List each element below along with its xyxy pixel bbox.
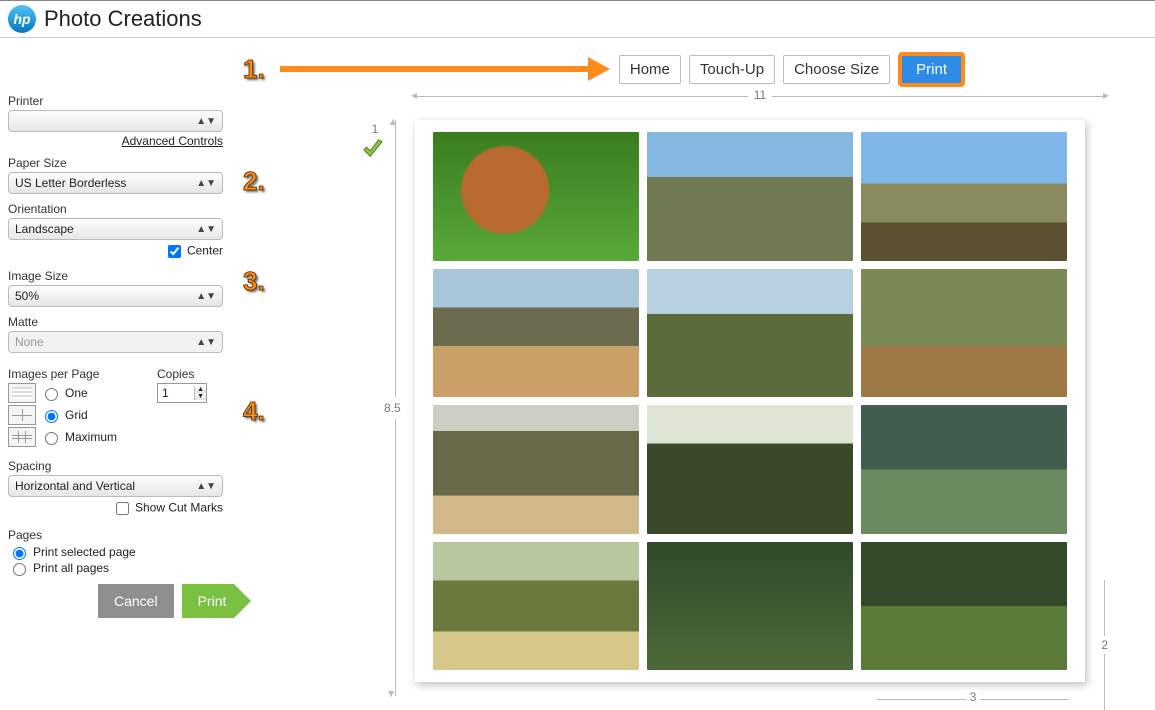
center-label: Center	[187, 244, 223, 258]
orientation-label: Orientation	[8, 202, 235, 216]
title-bar: hp Photo Creations	[0, 0, 1155, 38]
ruler-vertical: 8.5	[395, 120, 411, 696]
annotation-3: 3.	[243, 266, 265, 297]
print-sheet	[415, 120, 1085, 682]
photo-thumb[interactable]	[647, 132, 853, 261]
center-checkbox[interactable]	[168, 245, 181, 258]
advanced-controls-link[interactable]: Advanced Controls	[122, 134, 223, 148]
cancel-button[interactable]: Cancel	[98, 584, 174, 618]
printer-label: Printer	[8, 94, 235, 108]
page-number: 1	[367, 122, 383, 136]
matte-label: Matte	[8, 315, 235, 329]
ruler-horizontal: 11	[415, 96, 1105, 112]
caret-icon: ▲▼	[196, 224, 216, 235]
ipp-one-icon	[8, 383, 36, 403]
copies-value: 1	[162, 386, 169, 400]
showcut-checkbox[interactable]	[116, 502, 129, 515]
ruler-cell-horizontal: 3	[877, 686, 1069, 700]
hp-logo-icon: hp	[8, 5, 36, 33]
photo-thumb[interactable]	[433, 542, 639, 671]
ipp-grid-radio[interactable]	[45, 410, 58, 423]
tab-choosesize[interactable]: Choose Size	[783, 55, 890, 84]
matte-select[interactable]: None ▲▼	[8, 331, 223, 353]
pages-selected-label: Print selected page	[33, 545, 136, 559]
settings-sidebar: Printer ▲▼ Advanced Controls Paper Size …	[0, 38, 245, 626]
showcut-label: Show Cut Marks	[135, 501, 223, 515]
matte-value: None	[15, 335, 44, 349]
annotation-2: 2.	[243, 166, 265, 197]
app-title: Photo Creations	[44, 6, 202, 32]
caret-icon: ▲▼	[196, 116, 216, 127]
annotation-1: 1.	[243, 54, 265, 85]
spacing-value: Horizontal and Vertical	[15, 479, 135, 493]
photo-thumb[interactable]	[433, 269, 639, 398]
annotation-4: 4.	[243, 396, 265, 427]
annotation-arrow-icon	[280, 62, 610, 76]
print-button[interactable]: Print	[182, 584, 235, 618]
ipp-label: Images per Page	[8, 367, 117, 381]
copies-stepper[interactable]: 1 ▲▼	[157, 383, 207, 403]
tab-home[interactable]: Home	[619, 55, 681, 84]
ipp-max-radio[interactable]	[45, 432, 58, 445]
caret-icon: ▲▼	[196, 481, 216, 492]
printer-select[interactable]: ▲▼	[8, 110, 223, 132]
spacing-select[interactable]: Horizontal and Vertical ▲▼	[8, 475, 223, 497]
caret-icon: ▲▼	[196, 291, 216, 302]
caret-icon: ▲▼	[196, 337, 216, 348]
photo-thumb[interactable]	[861, 542, 1067, 671]
ipp-max-icon	[8, 427, 36, 447]
ipp-max-label: Maximum	[65, 430, 117, 444]
pages-all-label: Print all pages	[33, 561, 109, 575]
photo-thumb[interactable]	[861, 405, 1067, 534]
spacing-label: Spacing	[8, 459, 235, 473]
tab-touchup[interactable]: Touch-Up	[689, 55, 775, 84]
imagesize-label: Image Size	[8, 269, 235, 283]
photo-thumb[interactable]	[647, 269, 853, 398]
photo-thumb[interactable]	[647, 405, 853, 534]
ipp-one-radio[interactable]	[45, 388, 58, 401]
papersize-select[interactable]: US Letter Borderless ▲▼	[8, 172, 223, 194]
photo-thumb[interactable]	[861, 132, 1067, 261]
photo-thumb[interactable]	[433, 132, 639, 261]
checkmark-icon	[359, 138, 387, 160]
step-down-icon[interactable]: ▼	[195, 393, 206, 400]
imagesize-select[interactable]: 50% ▲▼	[8, 285, 223, 307]
caret-icon: ▲▼	[196, 178, 216, 189]
imagesize-value: 50%	[15, 289, 39, 303]
orientation-value: Landscape	[15, 222, 74, 236]
papersize-value: US Letter Borderless	[15, 176, 126, 190]
pages-selected-radio[interactable]	[13, 547, 26, 560]
photo-thumb[interactable]	[861, 269, 1067, 398]
ipp-grid-label: Grid	[65, 408, 88, 422]
photo-thumb[interactable]	[433, 405, 639, 534]
ruler-cell-vertical: 2	[1091, 580, 1105, 710]
tab-print-highlight: Print	[898, 52, 965, 87]
papersize-label: Paper Size	[8, 156, 235, 170]
step-up-icon[interactable]: ▲	[195, 386, 206, 393]
ipp-grid-icon	[8, 405, 36, 425]
photo-thumb[interactable]	[647, 542, 853, 671]
tab-print[interactable]: Print	[902, 56, 961, 83]
ipp-one-label: One	[65, 386, 88, 400]
step-tabs: Home Touch-Up Choose Size Print	[619, 52, 965, 87]
pages-all-radio[interactable]	[13, 563, 26, 576]
pages-label: Pages	[8, 528, 235, 542]
preview-pane: Home Touch-Up Choose Size Print 11 8.5 1	[245, 38, 1155, 626]
copies-label: Copies	[157, 367, 207, 381]
orientation-select[interactable]: Landscape ▲▼	[8, 218, 223, 240]
